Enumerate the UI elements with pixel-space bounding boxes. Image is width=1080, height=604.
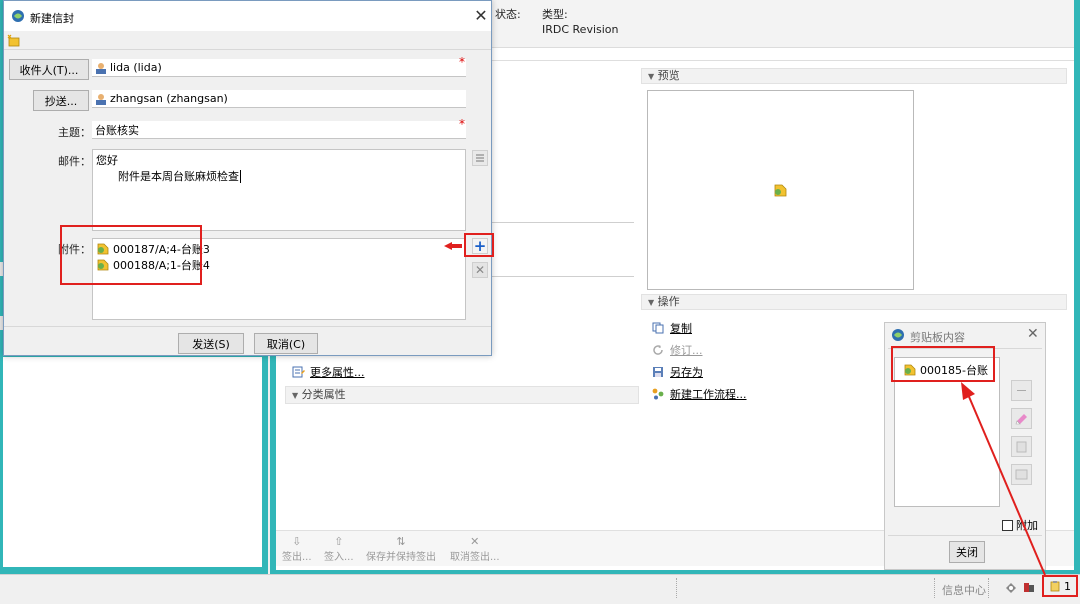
status-divider bbox=[934, 578, 935, 598]
new-item-icon[interactable] bbox=[7, 34, 21, 47]
operations-panel-header[interactable]: ▼ 操作 bbox=[641, 294, 1067, 310]
op-save-as[interactable]: 另存为 bbox=[652, 364, 703, 380]
dialog-title: 新建信封 bbox=[30, 12, 74, 25]
clipboard-icon bbox=[1050, 581, 1060, 592]
properties-icon bbox=[292, 366, 305, 378]
status-divider bbox=[676, 578, 677, 598]
check-out-button[interactable]: ⇩ 签出... bbox=[282, 535, 312, 563]
highlight-box bbox=[60, 225, 202, 285]
copy-icon bbox=[652, 322, 664, 334]
more-properties-link[interactable]: 更多属性... bbox=[292, 364, 365, 380]
send-button[interactable]: 发送(S) bbox=[178, 333, 244, 354]
status-bar bbox=[0, 574, 1080, 604]
status-divider bbox=[988, 578, 989, 598]
footer-divider bbox=[4, 326, 491, 327]
close-icon[interactable]: ✕ bbox=[1027, 326, 1039, 342]
check-in-button[interactable]: ⇧ 签入... bbox=[324, 535, 354, 563]
save-as-icon bbox=[653, 367, 663, 377]
required-marker: * bbox=[459, 117, 465, 131]
document-icon bbox=[773, 183, 789, 197]
save-keep-checkout-icon: ⇅ bbox=[396, 535, 406, 548]
classification-panel-header[interactable]: ▼ 分类属性 bbox=[285, 386, 639, 404]
new-envelope-dialog: 新建信封 ✕ 收件人(T)... lida (lida) * 抄送... zha… bbox=[3, 0, 494, 356]
mail-body-textarea[interactable]: 您好 附件是本周台账麻烦检查 bbox=[92, 149, 466, 231]
op-new-workflow[interactable]: 新建工作流程... bbox=[652, 386, 747, 402]
cancel-button[interactable]: 取消(C) bbox=[254, 333, 318, 354]
workflow-icon bbox=[652, 388, 664, 400]
mail-label: 邮件： bbox=[58, 155, 91, 168]
preview-title: 预览 bbox=[657, 69, 680, 82]
pointer-arrow bbox=[444, 242, 462, 250]
subject-label: 主题： bbox=[58, 126, 91, 139]
close-icon[interactable]: ✕ bbox=[470, 5, 492, 27]
format-icon[interactable] bbox=[472, 150, 488, 166]
preview-box bbox=[647, 90, 914, 290]
user-icon bbox=[96, 93, 106, 105]
highlight-box bbox=[891, 346, 995, 382]
preview-panel-header[interactable]: ▼ 预览 bbox=[641, 68, 1067, 84]
classification-title: 分类属性 bbox=[301, 388, 346, 401]
required-marker: * bbox=[459, 55, 465, 69]
clipboard-title: 剪贴板内容 bbox=[910, 331, 965, 344]
mail-line-1: 您好 bbox=[96, 154, 118, 167]
status-label: 状态: bbox=[495, 8, 521, 21]
divider-line bbox=[492, 276, 634, 277]
collapse-arrow-icon: ▼ bbox=[648, 298, 655, 307]
cc-button[interactable]: 抄送... bbox=[33, 90, 89, 111]
user-icon bbox=[96, 62, 106, 74]
check-out-icon: ⇩ bbox=[292, 535, 302, 548]
remove-attachment-icon[interactable]: ✕ bbox=[472, 262, 488, 278]
status-tool-icon[interactable] bbox=[1004, 580, 1018, 594]
operations-title: 操作 bbox=[657, 295, 680, 308]
check-in-icon: ⇧ bbox=[334, 535, 344, 548]
dialog-titlebar[interactable] bbox=[4, 1, 491, 31]
toolbar-divider bbox=[4, 49, 491, 50]
op-copy[interactable]: 复制 bbox=[652, 320, 692, 336]
highlight-box bbox=[464, 233, 494, 257]
subject-field[interactable]: 台账核实 bbox=[92, 121, 466, 139]
type-label: 类型: bbox=[542, 8, 568, 21]
cancel-checkout-icon: ✕ bbox=[470, 535, 480, 548]
cc-field[interactable]: zhangsan (zhangsan) bbox=[92, 90, 466, 108]
pointer-arrow bbox=[955, 380, 1055, 580]
op-revise[interactable]: 修订... bbox=[652, 342, 703, 358]
envelope-app-icon bbox=[11, 9, 25, 23]
clipboard-panel-icon bbox=[891, 328, 905, 342]
divider-line bbox=[492, 222, 634, 223]
cancel-checkout-button[interactable]: ✕ 取消签出... bbox=[450, 535, 500, 563]
status-network-icon[interactable] bbox=[1022, 580, 1036, 594]
collapse-arrow-icon: ▼ bbox=[648, 72, 655, 81]
type-value: IRDC Revision bbox=[542, 23, 619, 36]
revise-icon bbox=[653, 345, 663, 355]
collapse-arrow-icon: ▼ bbox=[292, 391, 299, 400]
mail-line-2: 附件是本周台账麻烦检查 bbox=[118, 170, 241, 183]
to-button[interactable]: 收件人(T)... bbox=[9, 59, 89, 80]
info-center[interactable]: 信息中心 bbox=[942, 582, 986, 598]
left-pane bbox=[3, 357, 262, 567]
to-field[interactable]: lida (lida) bbox=[92, 59, 466, 77]
save-keep-checkout-button[interactable]: ⇅ 保存并保持签出 bbox=[366, 535, 436, 563]
